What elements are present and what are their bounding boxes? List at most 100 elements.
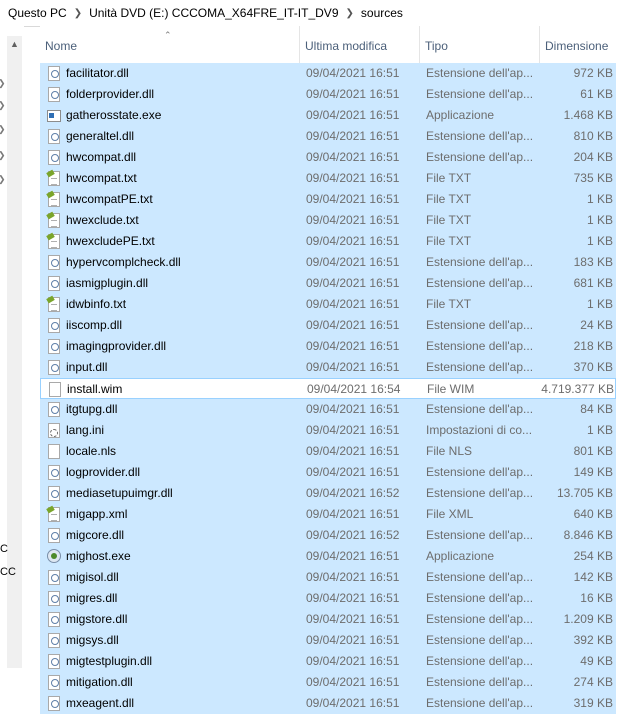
file-type: Estensione dell'ap... bbox=[426, 654, 534, 668]
file-modified: 09/04/2021 16:51 bbox=[306, 549, 400, 563]
file-size: 1.209 KB bbox=[563, 612, 613, 626]
file-type: Estensione dell'ap... bbox=[426, 696, 534, 710]
file-name: migisol.dll bbox=[66, 570, 119, 584]
file-modified: 09/04/2021 16:51 bbox=[306, 402, 400, 416]
file-row[interactable]: lang.ini 09/04/2021 16:51 Impostazioni di … bbox=[40, 420, 616, 441]
column-header: ⌃ Nome Ultima modifica Tipo Dimensione bbox=[40, 26, 628, 64]
nav-item-fragment[interactable]: C bbox=[0, 543, 8, 555]
file-modified: 09/04/2021 16:51 bbox=[306, 570, 400, 584]
dll-file-icon bbox=[48, 255, 60, 270]
nav-item-fragment[interactable]: CC bbox=[0, 566, 16, 578]
file-size: 681 KB bbox=[573, 276, 613, 290]
file-row[interactable]: logprovider.dll 09/04/2021 16:51 Estension… bbox=[40, 462, 616, 483]
column-header-type[interactable]: Tipo bbox=[420, 26, 540, 64]
dll-file-icon bbox=[48, 486, 60, 501]
file-row[interactable]: install.wim 09/04/2021 16:54 File WIM 4.719… bbox=[40, 378, 616, 399]
expand-arrow-icon[interactable]: ❯ bbox=[0, 124, 6, 135]
file-row[interactable]: iiscomp.dll 09/04/2021 16:51 Estensione de… bbox=[40, 315, 616, 336]
column-header-modified[interactable]: Ultima modifica bbox=[300, 26, 420, 64]
breadcrumb-this-pc[interactable]: Questo PC bbox=[0, 2, 71, 24]
file-row[interactable]: hwcompatPE.txt 09/04/2021 16:51 File TXT 1 … bbox=[40, 189, 616, 210]
file-name: mitigation.dll bbox=[66, 675, 133, 689]
file-modified: 09/04/2021 16:52 bbox=[306, 528, 400, 542]
file-size: 16 KB bbox=[580, 591, 613, 605]
dll-file-icon bbox=[48, 570, 60, 585]
file-row[interactable]: imagingprovider.dll 09/04/2021 16:51 Esten… bbox=[40, 336, 616, 357]
file-icon bbox=[49, 382, 61, 397]
file-row[interactable]: generaltel.dll 09/04/2021 16:51 Estensione… bbox=[40, 126, 616, 147]
file-row[interactable]: migisol.dll 09/04/2021 16:51 Estensione de… bbox=[40, 567, 616, 588]
dll-file-icon bbox=[48, 696, 60, 711]
file-row[interactable]: migapp.xml 09/04/2021 16:51 File XML 640 KB bbox=[40, 504, 616, 525]
navigation-pane: ▲ ❯ ❯ ❯ ❯ ❯ C CC bbox=[0, 26, 24, 717]
file-row[interactable]: idwbinfo.txt 09/04/2021 16:51 File TXT 1 KB bbox=[40, 294, 616, 315]
file-row[interactable]: hwexclude.txt 09/04/2021 16:51 File TXT 1 K… bbox=[40, 210, 616, 231]
file-row[interactable]: folderprovider.dll 09/04/2021 16:51 Estens… bbox=[40, 84, 616, 105]
file-row[interactable]: facilitator.dll 09/04/2021 16:51 Estension… bbox=[40, 63, 616, 84]
file-type: Impostazioni di co... bbox=[426, 423, 533, 437]
address-bar[interactable]: Questo PC ❯ Unità DVD (E:) CCCOMA_X64FRE… bbox=[0, 0, 628, 27]
file-name: migres.dll bbox=[66, 591, 118, 605]
breadcrumb-sources[interactable]: sources bbox=[357, 2, 407, 24]
file-size: 319 KB bbox=[573, 696, 613, 710]
file-row[interactable]: migcore.dll 09/04/2021 16:52 Estensione de… bbox=[40, 525, 616, 546]
file-row[interactable]: migstore.dll 09/04/2021 16:51 Estensione d… bbox=[40, 609, 616, 630]
file-row[interactable]: migtestplugin.dll 09/04/2021 16:51 Estensi… bbox=[40, 651, 616, 672]
expand-arrow-icon[interactable]: ❯ bbox=[0, 100, 6, 111]
vertical-scrollbar[interactable] bbox=[616, 64, 628, 717]
dll-file-icon bbox=[48, 654, 60, 669]
file-row[interactable]: mediasetupuimgr.dll 09/04/2021 16:52 Esten… bbox=[40, 483, 616, 504]
file-row[interactable]: locale.nls 09/04/2021 16:51 File NLS 801 KB bbox=[40, 441, 616, 462]
file-row[interactable]: mitigation.dll 09/04/2021 16:51 Estensione… bbox=[40, 672, 616, 693]
file-row[interactable]: input.dll 09/04/2021 16:51 Estensione dell… bbox=[40, 357, 616, 378]
file-type: File TXT bbox=[426, 297, 472, 311]
file-name: generaltel.dll bbox=[66, 129, 135, 143]
dll-file-icon bbox=[48, 87, 60, 102]
file-type: File TXT bbox=[426, 171, 472, 185]
file-size: 810 KB bbox=[573, 129, 613, 143]
file-row[interactable]: hwcompat.dll 09/04/2021 16:51 Estensione d… bbox=[40, 147, 616, 168]
file-row[interactable]: gatherosstate.exe 09/04/2021 16:51 Applica… bbox=[40, 105, 616, 126]
file-size: 370 KB bbox=[573, 360, 613, 374]
expand-arrow-icon[interactable]: ❯ bbox=[0, 78, 6, 89]
file-modified: 09/04/2021 16:51 bbox=[306, 276, 400, 290]
column-header-size[interactable]: Dimensione bbox=[540, 26, 618, 64]
file-type: Estensione dell'ap... bbox=[426, 276, 534, 290]
file-type: Estensione dell'ap... bbox=[426, 528, 534, 542]
file-row[interactable]: mxeagent.dll 09/04/2021 16:51 Estensione d… bbox=[40, 693, 616, 714]
file-size: 254 KB bbox=[573, 549, 613, 563]
file-row[interactable]: itgtupg.dll 09/04/2021 16:51 Estensione de… bbox=[40, 399, 616, 420]
dll-file-icon bbox=[48, 276, 60, 291]
scroll-up-icon[interactable]: ▲ bbox=[7, 36, 22, 52]
file-row[interactable]: migsys.dll 09/04/2021 16:51 Estensione del… bbox=[40, 630, 616, 651]
dll-file-icon bbox=[48, 402, 60, 417]
file-row[interactable]: hwcompat.txt 09/04/2021 16:51 File TXT 735 … bbox=[40, 168, 616, 189]
file-type: Estensione dell'ap... bbox=[426, 339, 534, 353]
dll-file-icon bbox=[48, 675, 60, 690]
file-modified: 09/04/2021 16:52 bbox=[306, 486, 400, 500]
file-row[interactable]: migres.dll 09/04/2021 16:51 Estensione del… bbox=[40, 588, 616, 609]
file-modified: 09/04/2021 16:51 bbox=[306, 87, 400, 101]
expand-arrow-icon[interactable]: ❯ bbox=[0, 150, 6, 161]
file-type: Estensione dell'ap... bbox=[426, 402, 534, 416]
file-modified: 09/04/2021 16:51 bbox=[306, 444, 400, 458]
file-row[interactable]: mighost.exe 09/04/2021 16:51 Applicazione 2… bbox=[40, 546, 616, 567]
file-type: Estensione dell'ap... bbox=[426, 486, 534, 500]
chevron-right-icon[interactable]: ❯ bbox=[343, 8, 357, 19]
file-size: 204 KB bbox=[573, 150, 613, 164]
file-type: Estensione dell'ap... bbox=[426, 591, 534, 605]
breadcrumb-dvd-drive[interactable]: Unità DVD (E:) CCCOMA_X64FRE_IT-IT_DV9 bbox=[85, 2, 342, 24]
file-row[interactable]: iasmigplugin.dll 09/04/2021 16:51 Estensio… bbox=[40, 273, 616, 294]
column-header-name[interactable]: Nome bbox=[40, 26, 300, 64]
expand-arrow-icon[interactable]: ❯ bbox=[0, 174, 6, 185]
file-type: Applicazione bbox=[426, 108, 495, 122]
file-size: 1 KB bbox=[586, 192, 613, 206]
file-name: mighost.exe bbox=[66, 549, 131, 563]
file-type: Estensione dell'ap... bbox=[426, 66, 534, 80]
dll-file-icon bbox=[48, 360, 60, 375]
file-row[interactable]: hypervcomplcheck.dll 09/04/2021 16:51 Este… bbox=[40, 252, 616, 273]
dll-file-icon bbox=[48, 339, 60, 354]
file-row[interactable]: hwexcludePE.txt 09/04/2021 16:51 File TXT 1… bbox=[40, 231, 616, 252]
file-name: gatherosstate.exe bbox=[66, 108, 162, 122]
chevron-right-icon[interactable]: ❯ bbox=[71, 8, 85, 19]
